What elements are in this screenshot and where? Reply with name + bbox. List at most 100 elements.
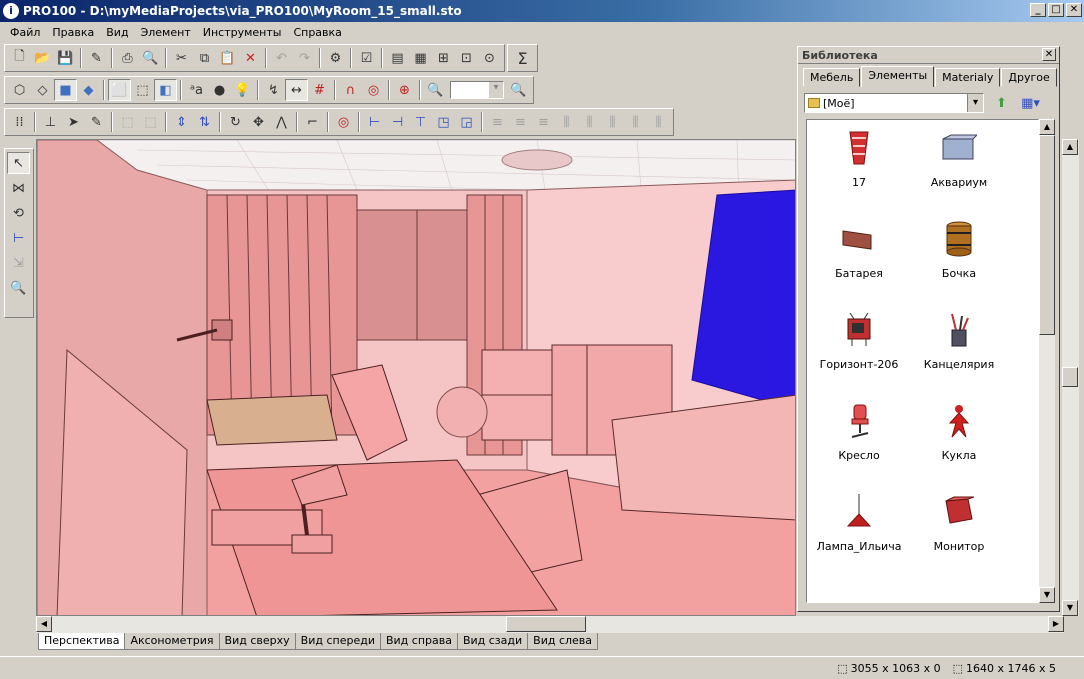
folder-select[interactable]: [Моё] ▾ [804,93,984,113]
measure-icon[interactable]: ⋈ [7,177,30,199]
flip-horizontal-icon[interactable]: ⇅ [193,111,216,133]
distribute-8-icon[interactable]: ⫼ [647,111,670,133]
library-scroll-up-icon[interactable]: ▲ [1039,119,1055,135]
horizontal-scrollbar[interactable]: ◀ ▶ [36,616,1064,633]
tab-furniture[interactable]: Мебель [803,68,861,87]
properties-icon[interactable]: ✎ [85,47,108,69]
grid-icon[interactable]: # [308,79,331,101]
tab-other[interactable]: Другое [1001,68,1057,87]
bulb-icon[interactable]: 💡 [231,79,254,101]
ungroup-icon[interactable]: ⬚ [139,111,162,133]
text-labels-icon[interactable]: ᵃa [185,79,208,101]
open-box-icon[interactable]: ⬚ [131,79,154,101]
pointer-select-icon[interactable]: ➤ [62,111,85,133]
insert-element-icon[interactable]: ⊥ [39,111,62,133]
scroll-right-icon[interactable]: ▶ [1048,616,1064,632]
menu-edit[interactable]: Правка [46,26,100,39]
wireframe-icon[interactable]: ⬡ [8,79,31,101]
menu-view[interactable]: Вид [100,26,134,39]
rotate-free-icon[interactable]: ⟲ [7,202,30,224]
arrow-select-icon[interactable]: ↖ [7,152,30,174]
tab-right[interactable]: Вид справа [379,633,458,650]
flip-vertical-icon[interactable]: ⇕ [170,111,193,133]
menu-element[interactable]: Элемент [135,26,197,39]
tab-front[interactable]: Вид спереди [294,633,381,650]
settings-icon[interactable]: ⚙ [324,47,347,69]
box-view-icon[interactable]: ⬜ [108,79,131,101]
library-list[interactable]: 17 Аквариум Батарея Бочка Горизонт-206 К… [806,119,1039,603]
library-item[interactable]: 17 [809,120,909,211]
library-item[interactable]: Канцелярия [909,302,1009,393]
distribute-7-icon[interactable]: ⫼ [624,111,647,133]
scroll-up-icon[interactable]: ▲ [1062,139,1078,155]
redo-icon[interactable]: ↷ [293,47,316,69]
zoom-tool-icon[interactable]: 🔍 [7,277,30,299]
library-item[interactable]: Горизонт-206 [809,302,909,393]
align-left-icon[interactable]: ⊢ [363,111,386,133]
sum-icon[interactable]: Σ [511,47,534,69]
delete-icon[interactable]: ✕ [239,47,262,69]
distribute-2-icon[interactable]: ≡ [509,111,532,133]
library-scroll-down-icon[interactable]: ▼ [1039,587,1055,603]
magnet-icon[interactable]: ∩ [339,79,362,101]
zoom-select[interactable] [450,81,504,99]
library-item[interactable]: Аквариум [909,120,1009,211]
align-top-icon[interactable]: ⊤ [409,111,432,133]
scroll-left-icon[interactable]: ◀ [36,616,52,632]
print-icon[interactable]: ⎙ [116,47,139,69]
zoom-in-icon[interactable]: 🔍 [507,79,530,101]
vertical-scrollbar[interactable]: ▲ ▼ [1062,139,1079,616]
library-close-button[interactable]: ✕ [1042,48,1056,61]
menu-file[interactable]: Файл [4,26,46,39]
library-scrollbar[interactable]: ▲ ▼ [1039,119,1055,603]
undo-icon[interactable]: ↶ [270,47,293,69]
shaded-icon[interactable]: ■ [54,79,77,101]
pen-icon[interactable]: ✎ [85,111,108,133]
scroll-thumb-h[interactable] [506,616,586,632]
report-elements-icon[interactable]: ▦ [409,47,432,69]
align-tool-icon[interactable]: ⊢ [7,227,30,249]
stretch-icon[interactable]: ⇲ [7,252,30,274]
new-file-icon[interactable]: 🗋 [8,47,31,69]
save-file-icon[interactable]: 💾 [54,47,77,69]
menu-tools[interactable]: Инструменты [197,26,288,39]
materials-report-icon[interactable]: ⊡ [455,47,478,69]
light-sphere-icon[interactable]: ● [208,79,231,101]
tab-axonometry[interactable]: Аксонометрия [124,633,220,650]
checklist-icon[interactable]: ☑ [355,47,378,69]
tab-elements[interactable]: Элементы [861,66,935,87]
send-back-icon[interactable]: ◲ [455,111,478,133]
tab-materials[interactable]: Materialy [935,68,1001,87]
dimension-icon[interactable]: ↔ [285,79,308,101]
minimize-button[interactable]: _ [1030,3,1046,17]
distribute-3-icon[interactable]: ≡ [532,111,555,133]
scroll-down-icon[interactable]: ▼ [1062,600,1078,616]
zoom-out-icon[interactable]: 🔍 [424,79,447,101]
bring-front-icon[interactable]: ◳ [432,111,455,133]
maximize-button[interactable]: □ [1048,3,1064,17]
open-file-icon[interactable]: 📂 [31,47,54,69]
library-scroll-thumb[interactable] [1039,135,1055,335]
tab-back[interactable]: Вид сзади [456,633,529,650]
library-item[interactable]: Кукла [909,393,1009,484]
distribute-1-icon[interactable]: ≡ [486,111,509,133]
cut-icon[interactable]: ✂ [170,47,193,69]
box-solid-icon[interactable]: ◧ [154,79,177,101]
print-preview-icon[interactable]: 🔍 [139,47,162,69]
select-all-icon[interactable]: ⁞⁞ [8,111,31,133]
report-icon[interactable]: ▤ [386,47,409,69]
dimensions-report-icon[interactable]: ⊞ [432,47,455,69]
folder-up-icon[interactable]: ⬆ [990,92,1013,114]
distribute-4-icon[interactable]: ⫼ [555,111,578,133]
move-icon[interactable]: ✥ [247,111,270,133]
library-item[interactable]: Батарея [809,211,909,302]
target-icon[interactable]: ◎ [362,79,385,101]
tab-left[interactable]: Вид слева [527,633,599,650]
view-mode-icon[interactable]: ▦▾ [1019,92,1042,114]
tab-top[interactable]: Вид сверху [218,633,296,650]
library-item[interactable]: Бочка [909,211,1009,302]
crosshair-icon[interactable]: ⊕ [393,79,416,101]
lifebuoy-icon[interactable]: ◎ [332,111,355,133]
menu-help[interactable]: Справка [287,26,347,39]
corner-icon[interactable]: ⌐ [301,111,324,133]
